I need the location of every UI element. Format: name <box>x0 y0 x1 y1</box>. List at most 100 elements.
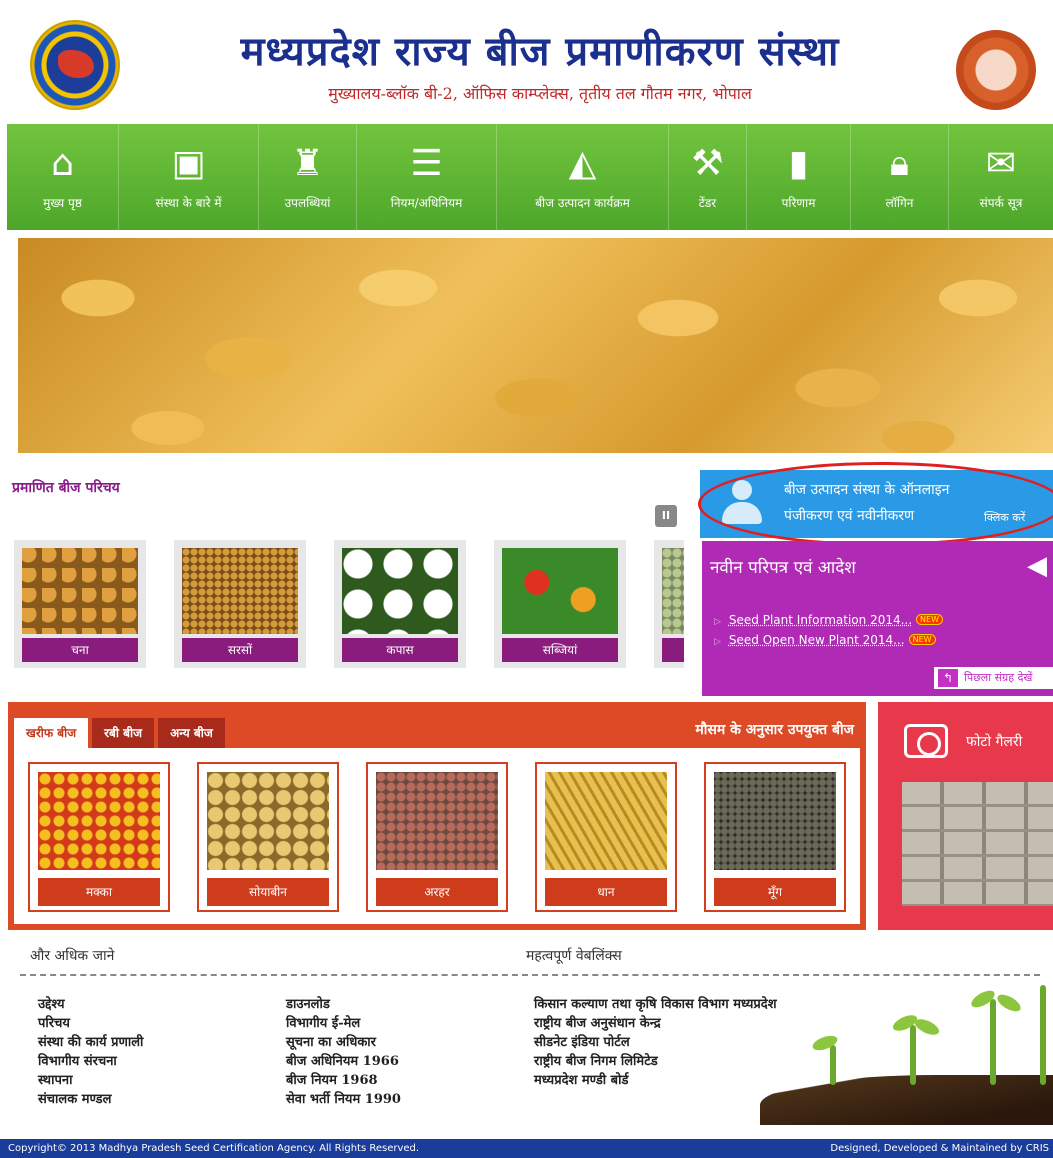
mp-map-emblem <box>58 50 94 78</box>
mustard-image <box>182 548 298 634</box>
carousel-item[interactable]: सरसों <box>174 540 306 668</box>
footer-link[interactable]: बीज नियम 1968 <box>286 1070 401 1089</box>
gavel-icon: ⚒ <box>691 144 723 188</box>
bullet-arrow-icon: ▷ <box>714 637 721 647</box>
carousel-item[interactable] <box>654 540 684 668</box>
maize-image <box>38 772 160 870</box>
nav-achievements[interactable]: ♜ उपलब्धियां <box>259 124 357 230</box>
tab-rabi[interactable]: रबी बीज <box>92 718 154 748</box>
circular-item[interactable]: ▷ Seed Plant Information 2014... NEW <box>714 613 943 633</box>
megaphone-icon: ◀ <box>1027 551 1047 581</box>
carousel-caption <box>662 638 684 662</box>
vegetables-image <box>502 548 618 634</box>
gram-image <box>22 548 138 634</box>
footer-link[interactable]: परिचय <box>38 1013 143 1032</box>
paddy-image <box>545 772 667 870</box>
weblink[interactable]: किसान कल्याण तथा कृषि विकास विभाग मध्यप्… <box>534 994 777 1013</box>
nav-contact[interactable]: ✉ संपर्क सूत्र <box>949 124 1053 230</box>
main-nav: ⌂ मुख्य पृष्ठ ▣ संस्था के बारे में ♜ उपल… <box>7 124 1053 230</box>
seasonal-seeds-section: खरीफ बीज रबी बीज अन्य बीज मौसम के अनुसार… <box>8 702 866 930</box>
mail-icon: ✉ <box>986 144 1016 188</box>
site-header: मध्यप्रदेश राज्य बीज प्रमाणीकरण संस्था म… <box>0 0 1053 120</box>
nav-results[interactable]: ▮ परिणाम <box>747 124 851 230</box>
nav-label: उपलब्धियां <box>285 194 331 211</box>
soybean-image <box>207 772 329 870</box>
nav-about[interactable]: ▣ संस्था के बारे में <box>119 124 259 230</box>
seed-card-caption: अरहर <box>376 878 498 906</box>
season-panel: मक्का सोयाबीन अरहर धान मूँग <box>14 748 860 924</box>
circular-link[interactable]: Seed Open New Plant 2014... <box>729 633 905 647</box>
carousel-caption: कपास <box>342 638 458 662</box>
chart-icon: ◭ <box>569 144 597 188</box>
circulars-panel: नवीन परिपत्र एवं आदेश ◀ ▷ Seed Plant Info… <box>702 541 1053 696</box>
nav-seed-program[interactable]: ◭ बीज उत्पादन कार्यक्रम <box>497 124 669 230</box>
seed-card-caption: मूँग <box>714 878 836 906</box>
camera-icon <box>904 724 948 758</box>
circular-item[interactable]: ▷ Seed Open New Plant 2014... NEW <box>714 633 943 653</box>
circular-link[interactable]: Seed Plant Information 2014... <box>729 613 912 627</box>
gallery-photo[interactable] <box>902 782 1053 906</box>
pause-button[interactable]: II <box>655 505 677 527</box>
footer-link[interactable]: विभागीय संरचना <box>38 1051 143 1070</box>
site-address: मुख्यालय-ब्लॉक बी-2, ऑफिस काम्प्लेक्स, त… <box>130 82 950 104</box>
seed-card-caption: मक्का <box>38 878 160 906</box>
weblink[interactable]: मध्यप्रदेश मण्डी बोर्ड <box>534 1070 777 1089</box>
agency-logo[interactable] <box>30 20 120 110</box>
carousel-caption: चना <box>22 638 138 662</box>
seed-card[interactable]: मक्का <box>28 762 170 912</box>
seed-card[interactable]: मूँग <box>704 762 846 912</box>
footer-link[interactable]: डाउनलोड <box>286 994 401 1013</box>
copyright-text: Copyright© 2013 Madhya Pradesh Seed Cert… <box>8 1139 419 1158</box>
seed-card[interactable]: धान <box>535 762 677 912</box>
home-icon: ⌂ <box>51 144 74 188</box>
nav-rules[interactable]: ☰ नियम/अधिनियम <box>357 124 497 230</box>
back-arrow-icon: ↰ <box>938 669 958 687</box>
know-more-list-1: उद्देश्य परिचय संस्था की कार्य प्रणाली व… <box>38 994 143 1108</box>
nav-label: मुख्य पृष्ठ <box>43 194 82 211</box>
footer-link[interactable]: उद्देश्य <box>38 994 143 1013</box>
sprouts-illustration <box>760 975 1053 1125</box>
wheat-banner-image <box>18 238 1053 453</box>
seed-card[interactable]: अरहर <box>366 762 508 912</box>
carousel-item[interactable]: कपास <box>334 540 466 668</box>
list-icon: ☰ <box>410 144 442 188</box>
carousel-item[interactable]: सब्जियां <box>494 540 626 668</box>
new-badge: NEW <box>909 634 936 645</box>
footer-link[interactable]: सेवा भर्ती नियम 1990 <box>286 1089 401 1108</box>
previous-archive-button[interactable]: ↰ पिछला संग्रह देखें <box>934 667 1053 689</box>
photo-gallery-panel[interactable]: फोटो गैलरी <box>878 702 1053 930</box>
trophy-icon: ♜ <box>291 144 323 188</box>
footer-link[interactable]: बीज अधिनियम 1966 <box>286 1051 401 1070</box>
seed-card[interactable]: सोयाबीन <box>197 762 339 912</box>
weblink[interactable]: राष्ट्रीय बीज निगम लिमिटेड <box>534 1051 777 1070</box>
footer-link[interactable]: संस्था की कार्य प्रणाली <box>38 1032 143 1051</box>
tab-kharif[interactable]: खरीफ बीज <box>14 718 88 748</box>
seed-card-caption: धान <box>545 878 667 906</box>
seed-card-caption: सोयाबीन <box>207 878 329 906</box>
nav-login[interactable]: 🔒︎ लॉगिन <box>851 124 949 230</box>
briefcase-icon: ▣ <box>171 144 205 188</box>
photo-gallery-title: फोटो गैलरी <box>966 732 1022 751</box>
footer-link[interactable]: स्थापना <box>38 1070 143 1089</box>
nav-tender[interactable]: ⚒ टेंडर <box>669 124 747 230</box>
nav-home[interactable]: ⌂ मुख्य पृष्ठ <box>7 124 119 230</box>
weblink[interactable]: सीडनेट इंडिया पोर्टल <box>534 1032 777 1051</box>
footer-link[interactable]: विभागीय ई-मेल <box>286 1013 401 1032</box>
tab-other[interactable]: अन्य बीज <box>158 718 225 748</box>
weblink[interactable]: राष्ट्रीय बीज अनुसंधान केन्द्र <box>534 1013 777 1032</box>
carousel-item[interactable]: चना <box>14 540 146 668</box>
know-more-title: और अधिक जाने <box>30 946 114 965</box>
footer-link[interactable]: संचालक मण्डल <box>38 1089 143 1108</box>
weblinks-list: किसान कल्याण तथा कृषि विकास विभाग मध्यप्… <box>534 994 777 1089</box>
previous-archive-label: पिछला संग्रह देखें <box>964 671 1032 684</box>
footer-link[interactable]: सूचना का अधिकार <box>286 1032 401 1051</box>
developer-credit: Designed, Developed & Maintained by CRIS <box>830 1139 1049 1158</box>
nav-label: परिणाम <box>782 194 816 211</box>
bullet-arrow-icon: ▷ <box>714 617 721 627</box>
site-footer: Copyright© 2013 Madhya Pradesh Seed Cert… <box>0 1139 1053 1158</box>
nav-label: बीज उत्पादन कार्यक्रम <box>535 194 630 211</box>
soil-graphic <box>760 1075 1053 1125</box>
season-tabs: खरीफ बीज रबी बीज अन्य बीज <box>14 718 225 748</box>
cotton-image <box>342 548 458 634</box>
nav-label: टेंडर <box>699 194 716 211</box>
